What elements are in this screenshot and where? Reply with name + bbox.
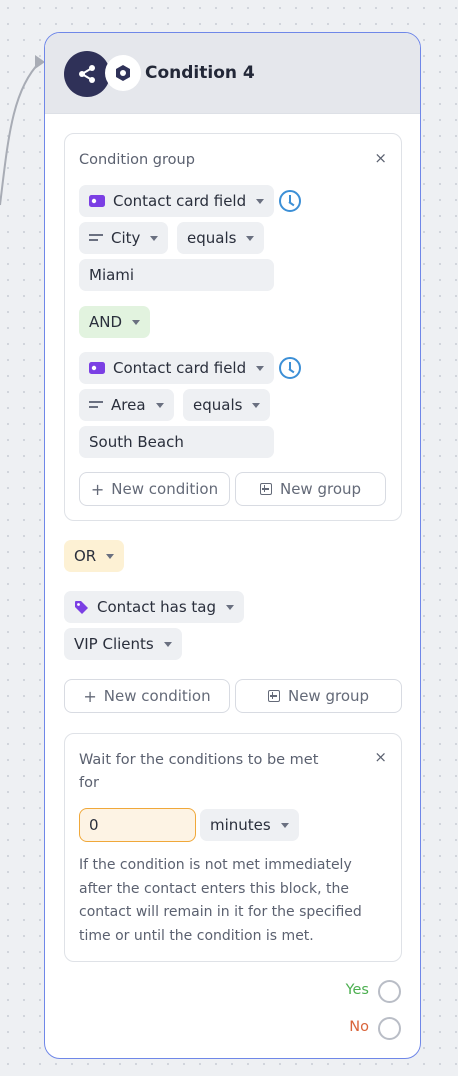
condition-node[interactable]: Condition 4 Condition group × Contact ca… [44,32,421,1059]
subfield-select[interactable]: Area [79,389,174,421]
tag-value-select[interactable]: VIP Clients [64,628,182,660]
settings-icon[interactable] [105,55,141,91]
no-output-label: No [349,1019,369,1035]
field-type-select[interactable]: Contact card field [79,352,275,384]
text-field-icon [89,401,103,409]
chevron-down-icon [280,822,289,828]
chevron-down-icon [106,553,115,559]
or-connector-select[interactable]: OR [64,540,125,572]
chevron-down-icon [163,641,172,647]
add-box-icon [259,483,272,495]
tag-value-label: VIP Clients [74,635,154,653]
tag-icon [75,600,88,614]
and-connector-select[interactable]: AND [79,306,151,338]
subfield-label: City [111,229,141,247]
tag-condition-select[interactable]: Contact has tag [64,591,245,623]
new-group-button[interactable]: New group [235,472,386,506]
chevron-down-icon [246,235,255,241]
chevron-down-icon [226,604,235,610]
share-icon [64,51,110,97]
clock-icon[interactable] [279,357,301,379]
new-condition-label: New condition [103,687,211,705]
yes-output-port[interactable] [378,980,401,1003]
new-group-label: New group [279,480,362,498]
value-input[interactable]: South Beach [79,426,274,458]
text-field-icon [89,234,103,242]
operator-label: equals [193,396,243,414]
subfield-label: Area [111,396,146,414]
value-input[interactable]: Miami [79,259,274,291]
time-unit-label: minutes [210,816,271,834]
clock-icon[interactable] [279,190,301,212]
contact-card-icon [89,362,105,374]
operator-select[interactable]: equals [183,389,271,421]
plus-icon: + [83,686,97,706]
chevron-down-icon [256,365,265,371]
chevron-down-icon [155,402,164,408]
new-group-button[interactable]: New group [235,679,402,713]
tag-condition-label: Contact has tag [97,598,217,616]
new-condition-button[interactable]: + New condition [79,472,230,506]
no-output-port[interactable] [378,1017,401,1040]
operator-label: equals [187,229,237,247]
subfield-select[interactable]: City [79,222,169,254]
close-icon[interactable]: × [374,149,387,167]
node-header[interactable]: Condition 4 [45,33,420,114]
chevron-down-icon [252,402,261,408]
field-type-label: Contact card field [113,359,247,377]
new-group-label: New group [287,687,370,705]
field-type-select[interactable]: Contact card field [79,185,275,217]
wait-label: Wait for the conditions to be met for [79,752,319,791]
node-title: Condition 4 [145,63,255,83]
close-icon[interactable]: × [374,748,387,766]
group-label: Condition group [79,152,195,168]
wait-info-text: If the condition is not met immediately … [79,857,362,944]
wait-settings-box: Wait for the conditions to be met for × … [64,733,402,962]
chevron-down-icon [132,319,141,325]
add-box-icon [267,690,280,702]
new-condition-button[interactable]: + New condition [64,679,230,713]
new-condition-label: New condition [111,480,219,498]
yes-output-label: Yes [345,982,369,998]
field-type-label: Contact card field [113,192,247,210]
time-unit-select[interactable]: minutes [200,809,299,841]
chevron-down-icon [256,198,265,204]
wait-amount-input[interactable] [79,808,196,842]
connector-label: AND [89,313,123,331]
connector-label: OR [74,547,97,565]
plus-icon: + [90,479,105,499]
operator-select[interactable]: equals [177,222,265,254]
chevron-down-icon [150,235,159,241]
condition-group: Condition group × Contact card field Cit… [64,133,402,521]
contact-card-icon [89,195,105,207]
